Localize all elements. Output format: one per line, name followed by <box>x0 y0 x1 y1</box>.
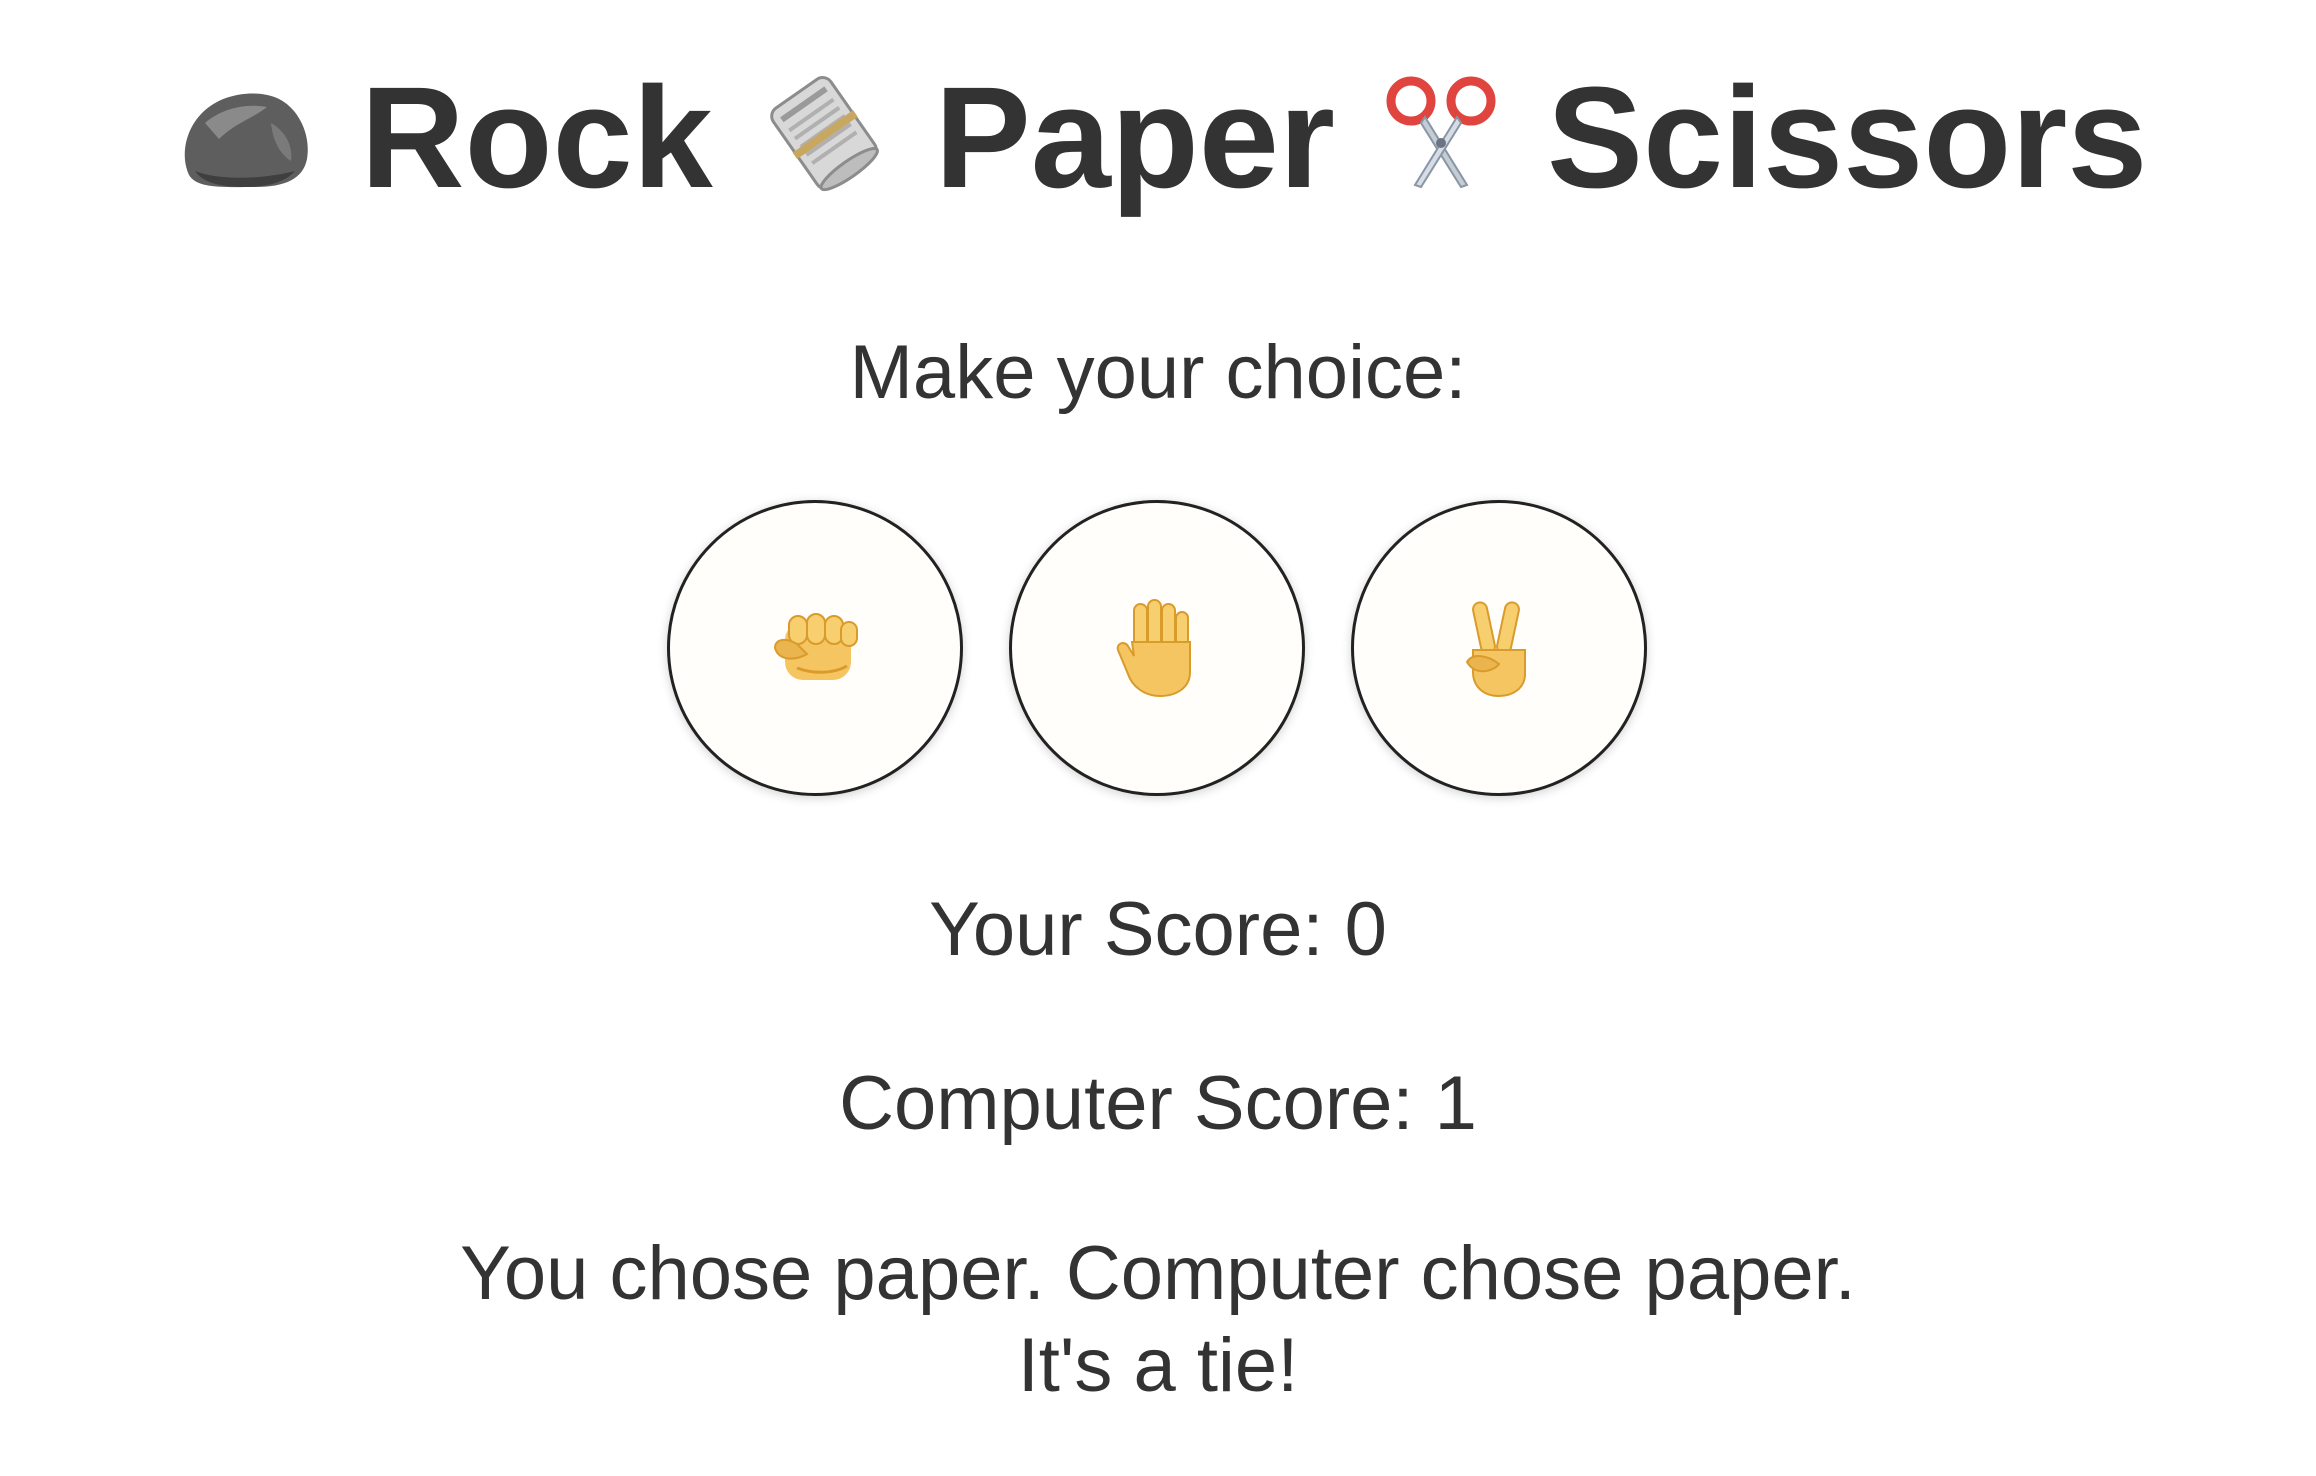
fist-icon <box>767 608 863 688</box>
scissors-button[interactable] <box>1351 500 1647 796</box>
result-choices-text: You chose paper. Computer chose paper. <box>460 1231 1856 1316</box>
title-paper-text: Paper <box>934 57 1335 218</box>
rock-icon <box>175 83 315 193</box>
title-scissors-text: Scissors <box>1547 57 2148 218</box>
newspaper-icon <box>759 73 889 193</box>
choice-prompt: Make your choice: <box>849 330 1467 415</box>
scissors-icon <box>1381 73 1501 193</box>
page-title: Rock Paper Scissors <box>0 48 2316 228</box>
computer-score: Computer Score: 1 <box>839 1061 1477 1146</box>
choice-buttons <box>0 500 2316 802</box>
result-outcome-text: It's a tie! <box>1017 1323 1299 1408</box>
player-score: Your Score: 0 <box>929 887 1387 972</box>
title-rock-text: Rock <box>360 57 713 218</box>
rock-button[interactable] <box>667 500 963 796</box>
paper-button[interactable] <box>1009 500 1305 796</box>
game-page: Rock Paper Scissors Make your choice: Yo… <box>0 0 2316 1476</box>
round-result: You chose paper. Computer chose paper. I… <box>0 1228 2316 1412</box>
raised-hand-icon <box>1112 598 1202 698</box>
victory-hand-icon <box>1459 598 1539 698</box>
